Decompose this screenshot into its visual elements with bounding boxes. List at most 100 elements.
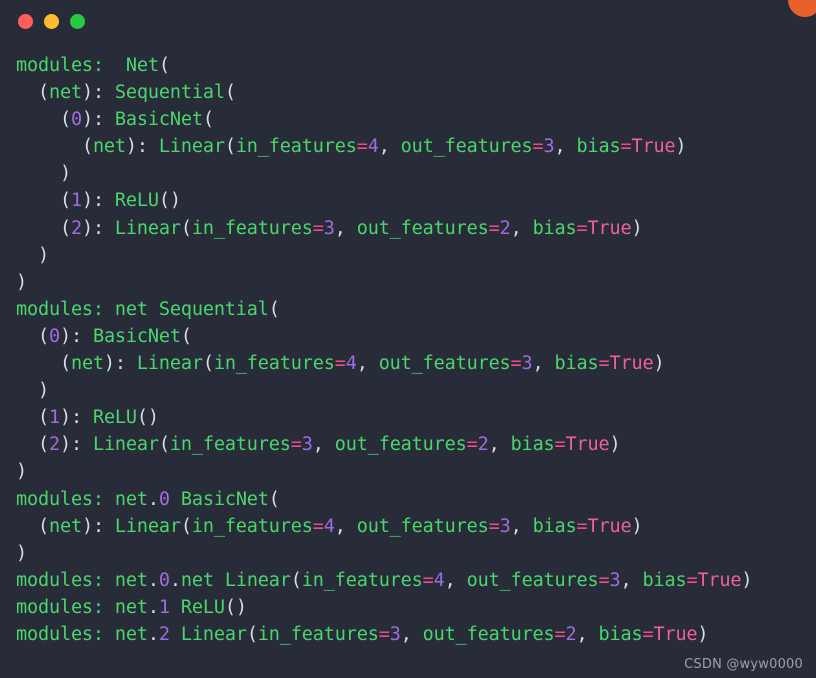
code-token: . [147, 623, 159, 645]
code-token: . [169, 569, 181, 591]
code-token: bias [598, 623, 643, 645]
code-token: 3 [323, 217, 335, 239]
code-token: , [378, 136, 401, 158]
code-token: ) [37, 380, 49, 402]
code-token: bias [642, 569, 687, 591]
code-token: () [224, 596, 247, 618]
code-token: 4 [345, 353, 357, 375]
code-token: = [334, 353, 346, 375]
terminal-line: modules: net.2 Linear(in_features=3, out… [16, 621, 816, 648]
code-token: , [400, 623, 423, 645]
code-token: net [180, 569, 214, 591]
code-token: out_features [378, 353, 511, 375]
close-dot[interactable] [18, 13, 33, 29]
code-token: , [620, 569, 643, 591]
code-token: ( [268, 298, 280, 320]
code-token: ) [675, 136, 687, 158]
code-token: , [532, 353, 555, 375]
code-token: = [466, 434, 478, 456]
code-token: ( [37, 434, 49, 456]
code-token: ( [180, 217, 192, 239]
code-token: . [147, 596, 159, 618]
code-token: True [587, 217, 632, 239]
code-token: 0 [48, 325, 60, 347]
code-token: BasicNet [180, 488, 269, 510]
code-token: ) [59, 163, 71, 185]
code-token: out_features [466, 569, 599, 591]
code-token: ): [103, 353, 137, 375]
code-token: ( [37, 515, 49, 537]
code-token: 0 [70, 109, 82, 131]
code-token: , [444, 569, 467, 591]
code-token: ) [609, 434, 621, 456]
code-token: Linear [158, 136, 225, 158]
code-token: ( [81, 136, 93, 158]
code-token: ( [224, 82, 236, 104]
code-token: = [378, 623, 390, 645]
code-token: 1 [158, 596, 170, 618]
code-token: ) [16, 542, 27, 564]
code-token: 1 [48, 407, 60, 429]
terminal-line: modules: net Sequential( [16, 296, 816, 323]
code-token: = [488, 217, 500, 239]
code-token: 3 [499, 515, 511, 537]
code-token: Linear [136, 353, 203, 375]
code-token: bias [532, 515, 577, 537]
code-token: ( [37, 82, 49, 104]
code-token: ): [81, 190, 115, 212]
terminal-line: ) [16, 458, 816, 485]
code-token: 0 [158, 569, 170, 591]
code-token: ( [268, 488, 280, 510]
code-token: = [598, 353, 610, 375]
code-token: 3 [521, 353, 533, 375]
code-token: ) [741, 569, 753, 591]
code-token: , [334, 217, 357, 239]
code-token: out_features [400, 136, 533, 158]
code-token: 2 [565, 623, 577, 645]
code-token: , [488, 434, 511, 456]
code-token: ): [81, 109, 115, 131]
code-token: ): [59, 325, 93, 347]
code-token: Linear [224, 569, 291, 591]
terminal-line: ) [16, 160, 816, 187]
code-token: 3 [389, 623, 401, 645]
code-token: 2 [48, 434, 60, 456]
code-token: bias [510, 434, 555, 456]
code-token: = [312, 217, 324, 239]
code-token: in_features [213, 353, 335, 375]
code-token: Linear [114, 217, 181, 239]
terminal-line: modules: Net( [16, 52, 816, 79]
code-token: ( [59, 190, 71, 212]
minimize-dot[interactable] [44, 13, 59, 29]
code-token: . [147, 488, 159, 510]
code-token: ) [653, 353, 665, 375]
maximize-dot[interactable] [70, 13, 85, 29]
code-token: out_features [356, 217, 489, 239]
code-token: = [686, 569, 698, 591]
terminal-output: modules: Net( (net): Sequential( (0): Ba… [16, 52, 816, 648]
code-token: Sequential [114, 82, 225, 104]
terminal-line: (net): Linear(in_features=4, out_feature… [16, 133, 816, 160]
code-token: = [598, 569, 610, 591]
code-token: Net [125, 55, 159, 76]
code-token: out_features [422, 623, 555, 645]
code-token: 3 [543, 136, 555, 158]
code-token: ) [631, 515, 643, 537]
watermark-label: CSDN @wyw0000 [684, 657, 803, 672]
code-token: BasicNet [92, 325, 181, 347]
terminal-line: ) [16, 242, 816, 269]
code-token: ReLU [114, 190, 159, 212]
code-token: ( [202, 109, 214, 131]
code-token: 1 [70, 190, 82, 212]
code-token: 4 [323, 515, 335, 537]
code-token: ( [246, 623, 258, 645]
